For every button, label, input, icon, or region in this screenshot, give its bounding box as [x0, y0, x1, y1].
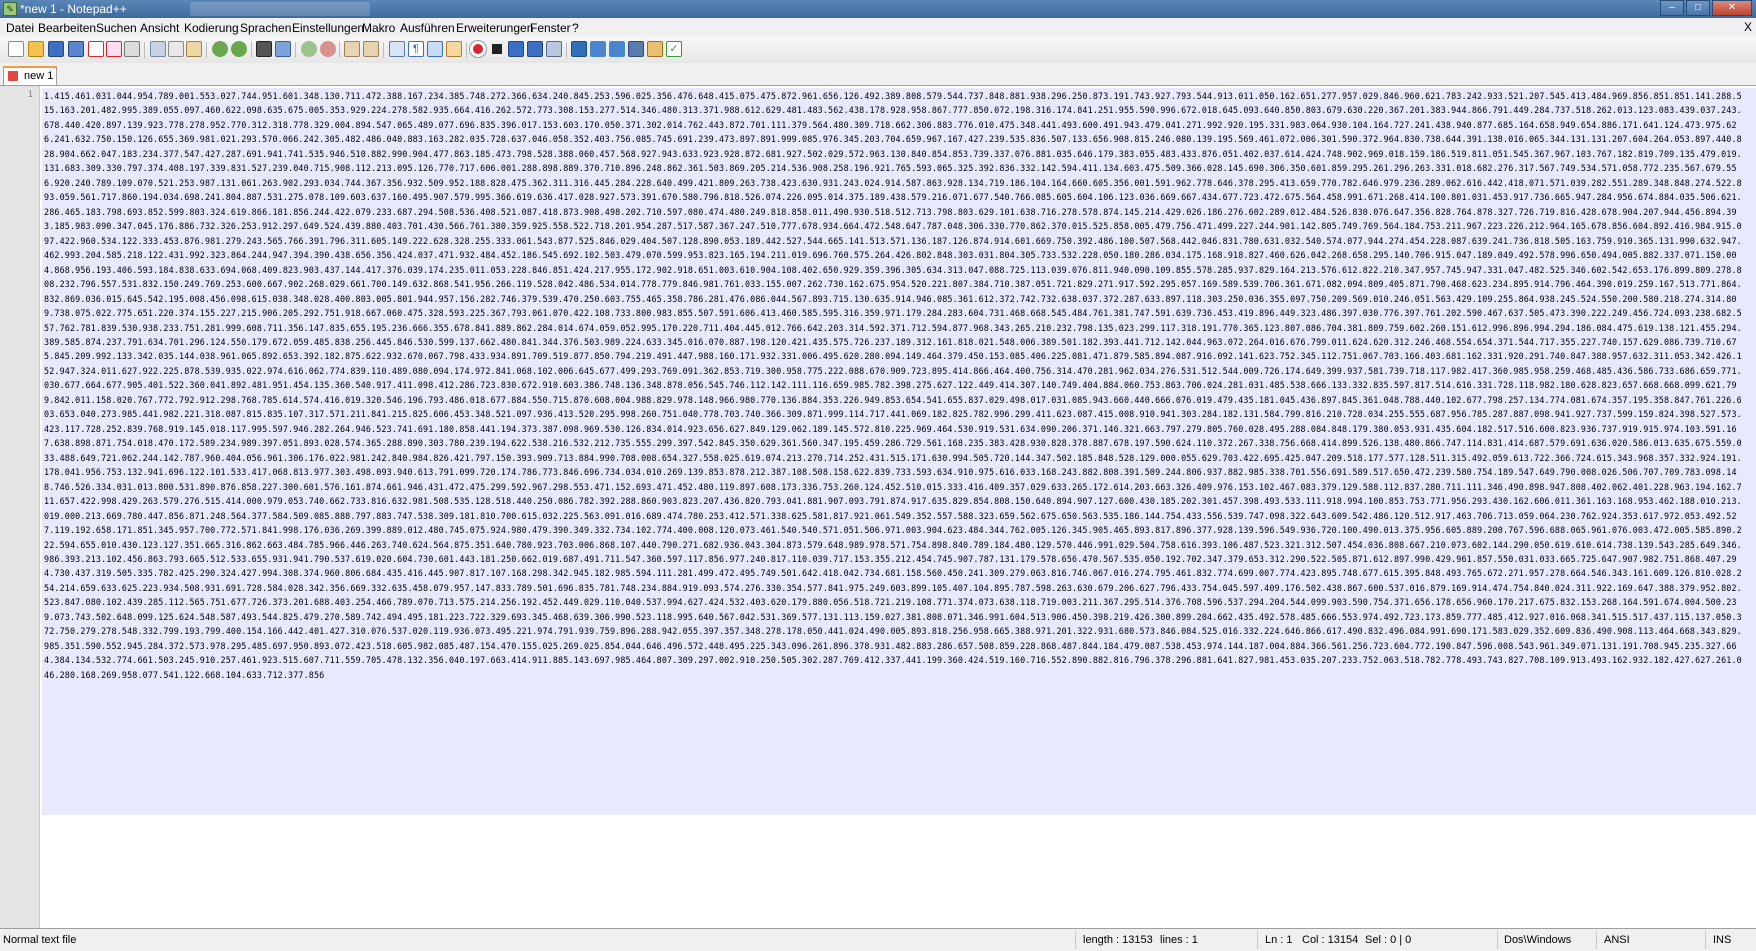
title-bar: ✎ *new 1 - Notepad++ – □ ✕ [0, 0, 1756, 18]
replace-icon[interactable] [275, 41, 291, 57]
status-bar: Normal text file length : 13153 lines : … [0, 929, 1756, 951]
save-all-icon[interactable] [68, 41, 84, 57]
maximize-button[interactable]: □ [1686, 0, 1710, 16]
find-icon[interactable] [256, 41, 272, 57]
tab-label: new 1 [24, 70, 54, 82]
print-icon[interactable] [124, 41, 140, 57]
menu-sprachen[interactable]: Sprachen [240, 21, 291, 35]
close-all-icon[interactable] [106, 41, 122, 57]
open-file-icon[interactable] [28, 41, 44, 57]
menu-bearbeiten[interactable]: Bearbeiten [38, 21, 96, 35]
status-column: Col : 13154 [1302, 934, 1359, 946]
status-file-type: Normal text file [3, 934, 77, 946]
status-selection: Sel : 0 | 0 [1365, 934, 1412, 946]
word-wrap-icon[interactable] [389, 41, 405, 57]
tab-new-1[interactable]: new 1 [3, 66, 57, 85]
record-macro-icon[interactable] [470, 41, 486, 57]
stop-macro-icon[interactable] [489, 41, 505, 57]
menu-fenster[interactable]: Fenster [530, 21, 571, 35]
notepadpp-icon: ✎ [3, 2, 17, 16]
menu-ansicht[interactable]: Ansicht [140, 21, 179, 35]
doc-map-icon[interactable] [446, 41, 462, 57]
play-macro-icon[interactable] [508, 41, 524, 57]
background-window-tab [190, 2, 370, 16]
redo-icon[interactable] [231, 41, 247, 57]
menu-erweiterungen[interactable]: Erweiterungen [456, 21, 533, 35]
sync-vertical-icon[interactable] [344, 41, 360, 57]
line-number-gutter: 1 [0, 86, 40, 928]
save-icon[interactable] [48, 41, 64, 57]
move-up-icon[interactable] [590, 41, 606, 57]
menu-makro[interactable]: Makro [362, 21, 395, 35]
indent-guide-icon[interactable] [427, 41, 443, 57]
menu-bar: Datei Bearbeiten Suchen Ansicht Kodierun… [0, 18, 1756, 38]
run-macro-multiple-icon[interactable] [527, 41, 543, 57]
open-in-browser-icon[interactable] [571, 41, 587, 57]
zoom-out-icon[interactable] [320, 41, 336, 57]
close-icon[interactable] [88, 41, 104, 57]
status-insert-mode: INS [1713, 934, 1732, 946]
move-down-icon[interactable] [609, 41, 625, 57]
status-line: Ln : 1 [1265, 934, 1293, 946]
save-macro-icon[interactable] [546, 41, 562, 57]
trash-icon[interactable] [647, 41, 663, 57]
document-content[interactable]: 1.415.461.031.044.954.789.001.553.027.74… [44, 89, 1744, 682]
spell-check-icon[interactable]: ✓ [666, 41, 682, 57]
status-lines: lines : 1 [1160, 934, 1198, 946]
cut-icon[interactable] [150, 41, 166, 57]
show-all-chars-icon[interactable]: ¶ [408, 41, 424, 57]
close-window-button[interactable]: ✕ [1712, 0, 1752, 16]
menu-einstellungen[interactable]: Einstellungen [292, 21, 364, 35]
status-length: length : 13153 [1083, 934, 1153, 946]
unsaved-document-icon [8, 71, 18, 81]
document-tab-bar: new 1 [0, 63, 1756, 86]
menu-suchen[interactable]: Suchen [96, 21, 137, 35]
menu-kodierung[interactable]: Kodierung [184, 21, 239, 35]
sync-horizontal-icon[interactable] [363, 41, 379, 57]
undo-icon[interactable] [212, 41, 228, 57]
line-number: 1 [27, 90, 33, 100]
text-area[interactable]: 1.415.461.031.044.954.789.001.553.027.74… [42, 86, 1756, 928]
close-document-button[interactable]: X [1744, 20, 1752, 34]
copy-icon[interactable] [168, 41, 184, 57]
toolbar: ¶ ✓ [0, 37, 1756, 64]
status-encoding: ANSI [1604, 934, 1630, 946]
zoom-in-icon[interactable] [301, 41, 317, 57]
minimize-button[interactable]: – [1660, 0, 1684, 16]
doc-list-icon[interactable] [628, 41, 644, 57]
menu-ausfuehren[interactable]: Ausführen [400, 21, 455, 35]
new-file-icon[interactable] [8, 41, 24, 57]
menu-datei[interactable]: Datei [6, 21, 34, 35]
paste-icon[interactable] [186, 41, 202, 57]
editor-pane[interactable]: 1 1.415.461.031.044.954.789.001.553.027.… [0, 86, 1756, 929]
window-title: *new 1 - Notepad++ [20, 2, 127, 16]
status-eol: Dos\Windows [1504, 934, 1572, 946]
menu-help[interactable]: ? [572, 21, 579, 35]
